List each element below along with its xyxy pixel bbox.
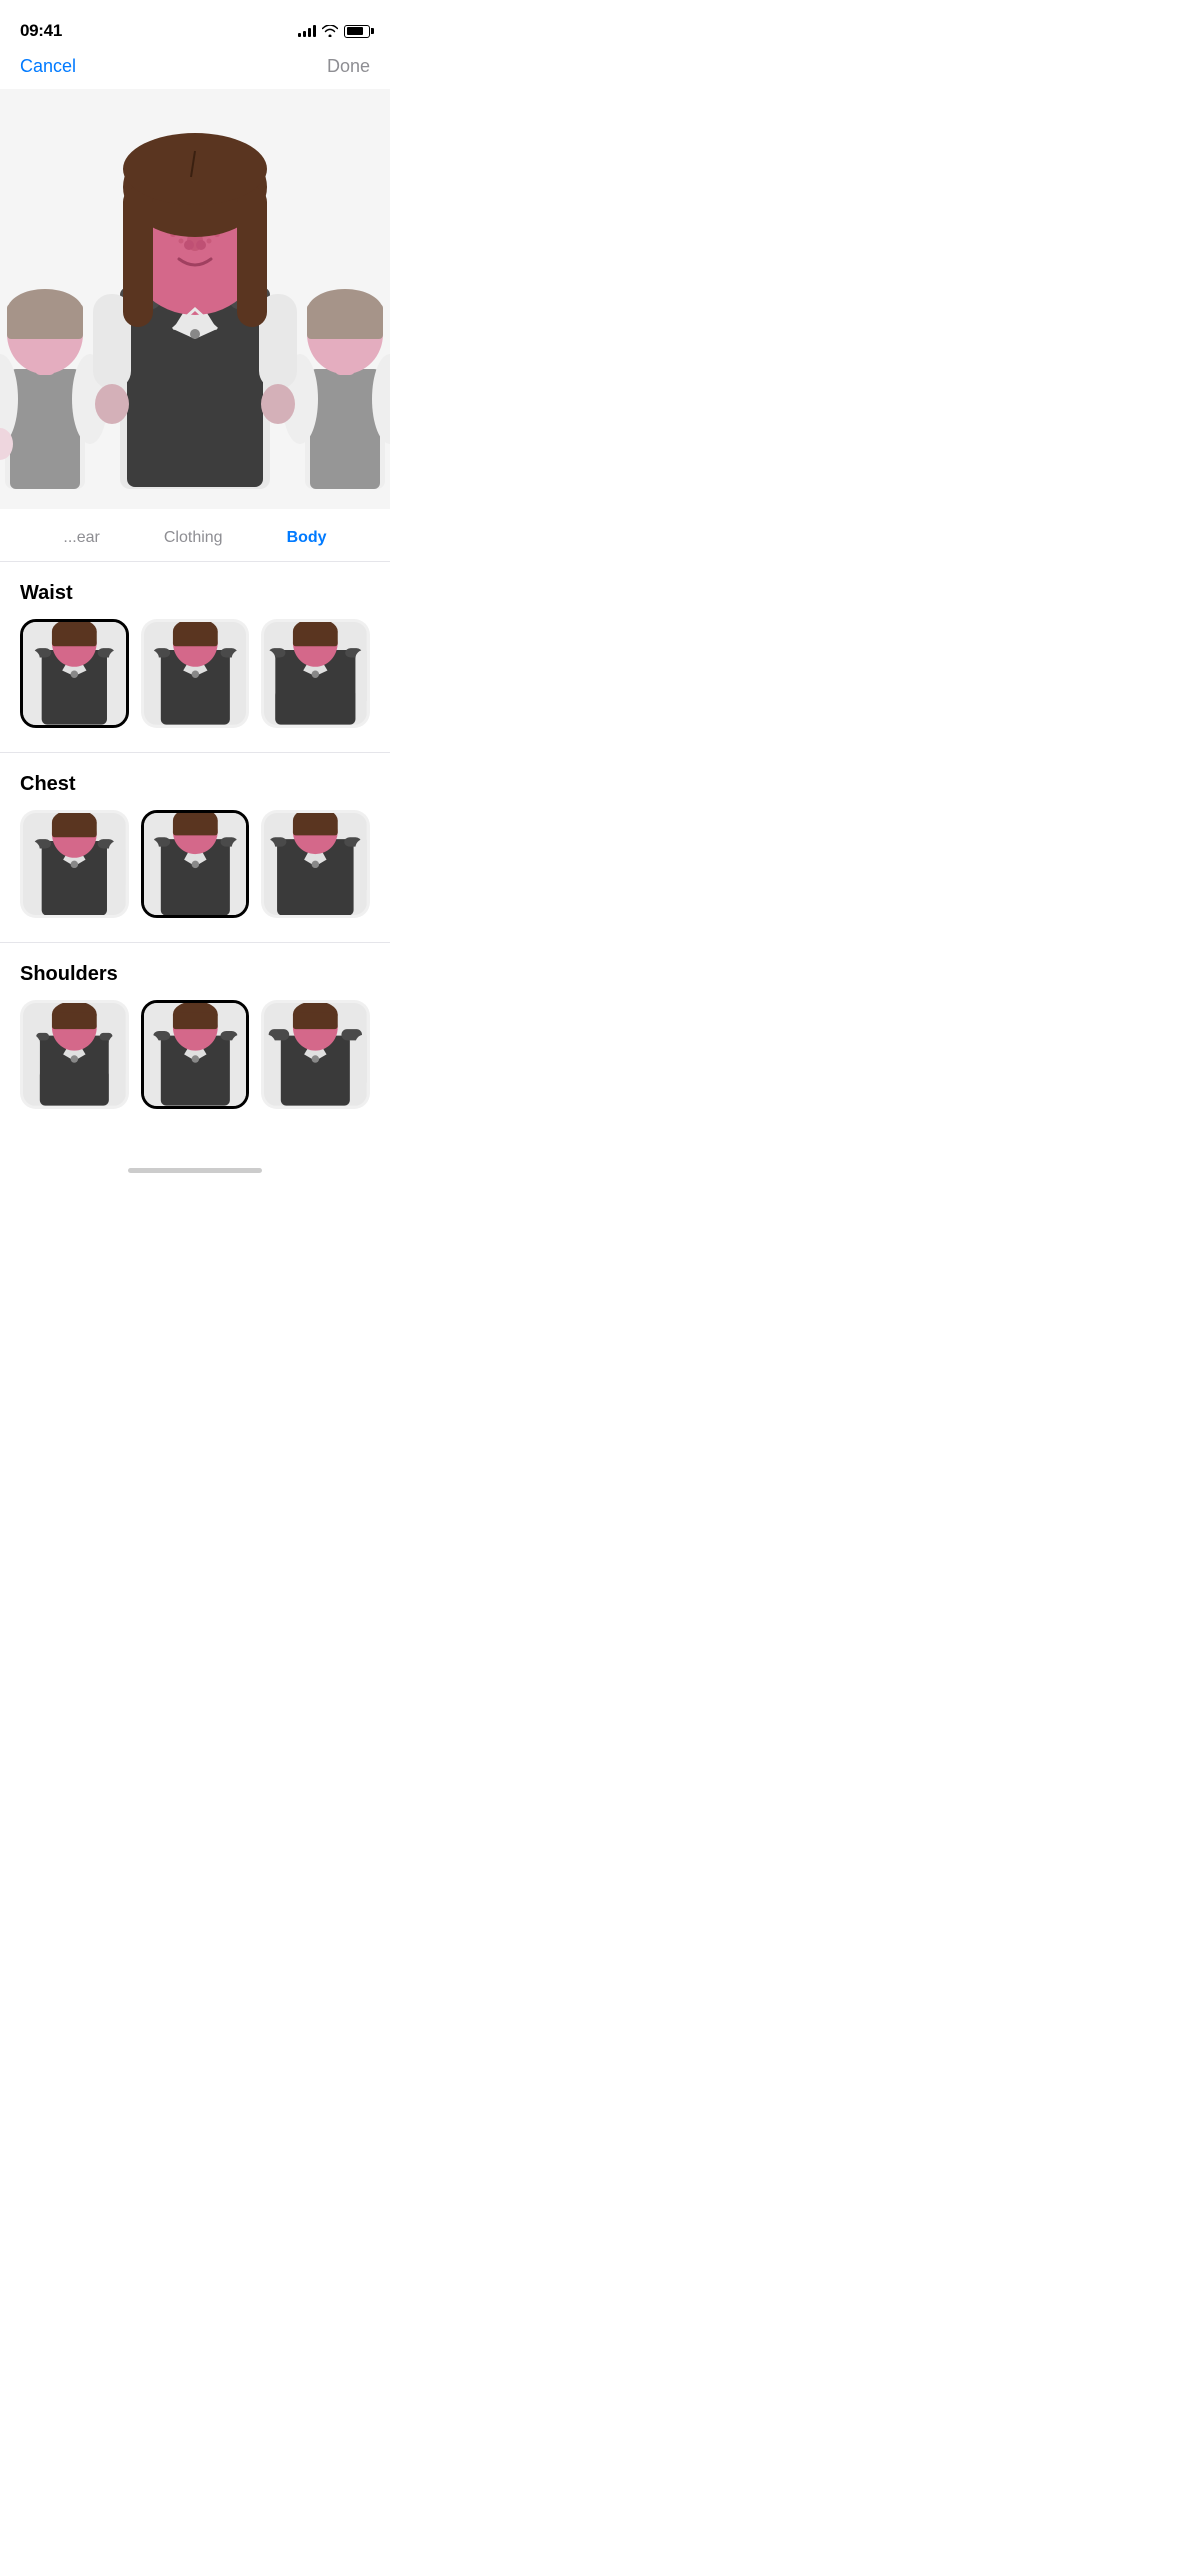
home-indicator — [0, 1153, 390, 1187]
cancel-button[interactable]: Cancel — [20, 56, 76, 77]
signal-icon — [298, 25, 316, 37]
shoulders-options — [20, 1000, 370, 1113]
home-bar — [128, 1168, 262, 1173]
nav-bar: Cancel Done — [0, 48, 390, 89]
avatar-main — [65, 109, 325, 489]
waist-title: Waist — [20, 582, 370, 605]
done-button[interactable]: Done — [327, 56, 370, 77]
sections-wrapper: Waist — [0, 562, 390, 1153]
chest-section: Chest — [0, 753, 390, 923]
tab-row: ...ear Clothing Body — [0, 509, 390, 562]
waist-option-3[interactable] — [261, 619, 370, 728]
waist-option-1[interactable] — [20, 619, 129, 728]
chest-option-3[interactable] — [261, 810, 370, 919]
tab-body[interactable]: Body — [255, 525, 359, 551]
tab-clothing[interactable]: Clothing — [132, 525, 255, 551]
battery-icon — [344, 25, 370, 38]
chest-option-2[interactable] — [141, 810, 250, 919]
avatar-preview — [0, 89, 390, 509]
shoulders-title: Shoulders — [20, 963, 370, 986]
status-icons — [298, 25, 370, 38]
waist-section: Waist — [0, 562, 390, 732]
shoulders-option-2[interactable] — [141, 1000, 250, 1109]
shoulders-section: Shoulders — [0, 943, 390, 1113]
shoulders-option-3[interactable] — [261, 1000, 370, 1109]
status-bar: 09:41 — [0, 0, 390, 48]
chest-title: Chest — [20, 773, 370, 796]
waist-option-2[interactable] — [141, 619, 250, 728]
waist-options — [20, 619, 370, 732]
tab-ear[interactable]: ...ear — [31, 525, 131, 551]
status-time: 09:41 — [20, 21, 62, 41]
chest-options — [20, 810, 370, 923]
shoulders-option-1[interactable] — [20, 1000, 129, 1109]
chest-option-1[interactable] — [20, 810, 129, 919]
wifi-icon — [322, 25, 338, 37]
